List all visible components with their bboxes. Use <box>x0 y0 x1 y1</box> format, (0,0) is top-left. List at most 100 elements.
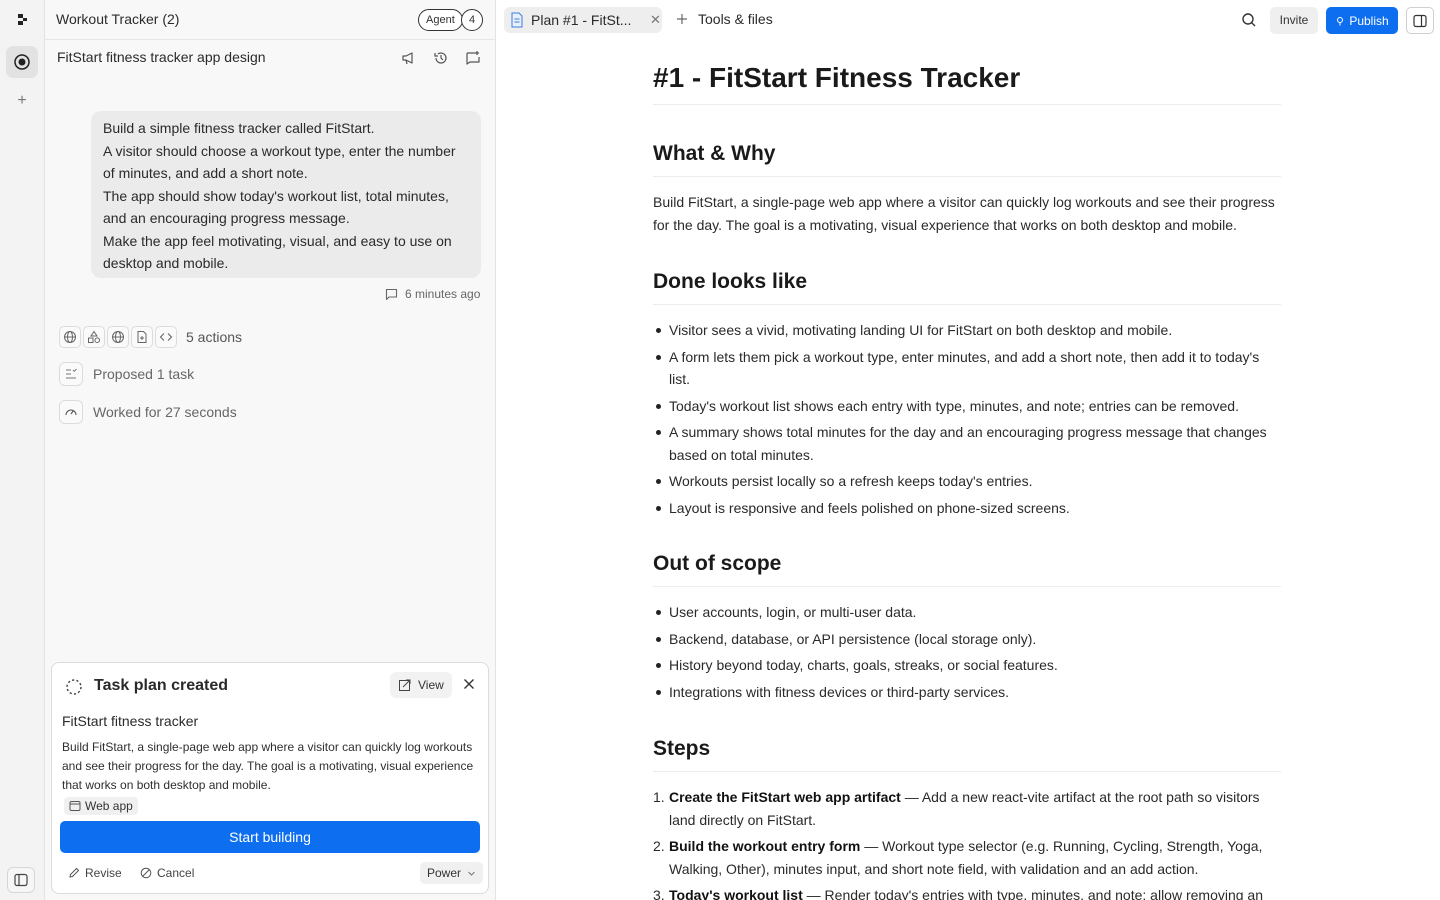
worked-time-label: Worked for 27 seconds <box>93 404 237 420</box>
section-heading: Out of scope <box>653 550 1281 587</box>
done-list: Visitor sees a vivid, motivating landing… <box>653 319 1281 519</box>
start-building-button[interactable]: Start building <box>60 821 480 853</box>
section-out-of-scope: Out of scope User accounts, login, or mu… <box>653 550 1281 707</box>
app-logo-icon[interactable] <box>14 11 30 27</box>
history-icon[interactable] <box>433 50 449 66</box>
step-number: 1. <box>653 789 665 805</box>
toggle-panel-button[interactable] <box>1406 7 1434 34</box>
sidebar-icon <box>14 873 28 887</box>
cancel-icon <box>140 867 152 879</box>
doc-title-section: #1 - FitStart Fitness Tracker <box>653 60 1281 105</box>
loading-spinner-icon <box>66 679 82 695</box>
sidebar-toggle-button[interactable] <box>7 867 35 893</box>
publish-label: Publish <box>1349 13 1389 28</box>
list-item: Backend, database, or API persistence (l… <box>653 628 1281 651</box>
revise-button[interactable]: Revise <box>68 866 122 880</box>
invite-button[interactable]: Invite <box>1270 7 1318 34</box>
task-description: Build FitStart, a single-page web app wh… <box>62 740 474 792</box>
megaphone-icon[interactable] <box>401 50 417 66</box>
rail-agent-button[interactable] <box>6 46 38 78</box>
shapes-icon <box>83 326 105 348</box>
list-item: Layout is responsive and feels polished … <box>653 497 1281 520</box>
view-label: View <box>418 678 444 692</box>
list-item: A summary shows total minutes for the da… <box>653 421 1281 466</box>
chat-subtitle: FitStart fitness tracker app design <box>57 49 266 65</box>
message-line: of minutes, and add a short note. <box>103 165 308 181</box>
section-heading: What & Why <box>653 140 1281 177</box>
code-icon <box>155 326 177 348</box>
doc-title: #1 - FitStart Fitness Tracker <box>653 60 1281 105</box>
browser-icon <box>69 801 81 811</box>
globe-icon <box>59 326 81 348</box>
section-heading: Steps <box>653 735 1281 772</box>
message-line: and an encouraging progress message. <box>103 210 350 226</box>
plus-icon[interactable]: + <box>14 92 30 110</box>
task-plan-card: Task plan created View FitStart fitness … <box>51 662 489 894</box>
list-item: A form lets them pick a workout type, en… <box>653 346 1281 391</box>
view-button[interactable]: View <box>390 672 452 698</box>
message-timestamp: 6 minutes ago <box>405 287 481 301</box>
list-item: History beyond today, charts, goals, str… <box>653 654 1281 677</box>
workspace-title[interactable]: Workout Tracker (2) <box>56 11 179 27</box>
message-line: desktop and mobile. <box>103 255 229 271</box>
chevron-down-icon <box>468 871 475 876</box>
globe-icon <box>107 326 129 348</box>
worked-time-row[interactable]: Worked for 27 seconds <box>59 400 237 424</box>
tab-label: Plan #1 - FitSt... <box>531 12 632 28</box>
list-item: Integrations with fitness devices or thi… <box>653 681 1281 704</box>
task-name: FitStart fitness tracker <box>62 713 199 729</box>
left-rail: + <box>0 0 45 900</box>
tab-plan[interactable]: Plan #1 - FitSt... ✕ <box>504 7 662 33</box>
list-item: User accounts, login, or multi-user data… <box>653 601 1281 624</box>
message-line: The app should show today's workout list… <box>103 187 449 204</box>
revise-label: Revise <box>85 866 122 880</box>
cancel-button[interactable]: Cancel <box>140 866 194 880</box>
step-number: 2. <box>653 838 665 854</box>
step-title: Build the workout entry form <box>669 838 861 854</box>
list-item: Visitor sees a vivid, motivating landing… <box>653 319 1281 342</box>
scope-list: User accounts, login, or multi-user data… <box>653 601 1281 703</box>
gauge-icon <box>59 400 83 424</box>
actions-label: 5 actions <box>186 329 243 345</box>
steps-list: 1. Create the FitStart web app artifact —… <box>653 786 1281 900</box>
step-text: — Render today's entries with type, minu… <box>802 887 1264 900</box>
section-done-looks-like: Done looks like Visitor sees a vivid, mo… <box>653 268 1281 523</box>
close-icon[interactable] <box>460 675 478 693</box>
edit-icon <box>69 867 80 878</box>
power-label: Power <box>427 866 462 880</box>
search-icon[interactable] <box>1241 12 1257 28</box>
tools-label: Tools & files <box>698 11 773 27</box>
step-number: 3. <box>653 887 665 900</box>
chat-panel: Workout Tracker (2) Agent 4 FitStart fit… <box>45 0 496 900</box>
user-message-bubble: Build a simple fitness tracker called Fi… <box>91 111 481 278</box>
proposed-task-row[interactable]: Proposed 1 task <box>59 362 194 386</box>
message-line: Make the app feel motivating, visual, an… <box>103 232 452 249</box>
publish-button[interactable]: Publish <box>1326 7 1398 34</box>
step-title: Create the FitStart web app artifact <box>669 789 901 805</box>
cancel-label: Cancel <box>157 866 195 880</box>
proposed-task-label: Proposed 1 task <box>93 366 195 382</box>
agent-count-badge[interactable]: 4 <box>461 9 483 31</box>
section-what-why: What & Why Build FitStart, a single-page… <box>653 140 1281 236</box>
open-external-icon <box>399 679 411 691</box>
step-item: 2. Build the workout entry form — Workout… <box>653 835 1281 880</box>
chat-header: Workout Tracker (2) Agent 4 <box>45 0 496 40</box>
record-icon <box>14 54 30 70</box>
tab-close-icon[interactable]: ✕ <box>650 12 661 28</box>
tag-label: Web app <box>85 799 133 813</box>
agent-badge[interactable]: Agent <box>418 9 463 31</box>
new-chat-icon[interactable] <box>465 50 481 66</box>
message-meta: 6 minutes ago <box>385 287 480 301</box>
task-card-title: Task plan created <box>94 677 228 694</box>
what-text: Build FitStart, a single-page web app wh… <box>653 194 1275 233</box>
list-item: Today's workout list shows each entry wi… <box>653 395 1281 418</box>
checklist-icon <box>59 362 83 386</box>
panel-icon <box>1413 14 1427 27</box>
comment-icon[interactable] <box>385 288 398 301</box>
power-select[interactable]: Power <box>420 862 484 884</box>
step-item: 1. Create the FitStart web app artifact —… <box>653 786 1281 831</box>
tools-files-button[interactable]: Tools & files <box>676 11 773 27</box>
document-icon <box>511 12 523 28</box>
message-line: A visitor should choose a workout type, … <box>103 142 456 159</box>
actions-summary[interactable]: 5 actions <box>59 326 242 348</box>
